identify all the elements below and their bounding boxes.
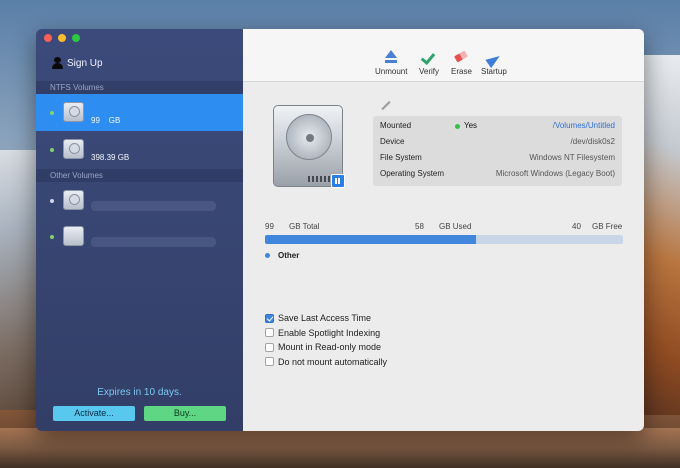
checkbox[interactable] [265,357,274,367]
total-label: GB Total [289,222,320,231]
app-window: Sign Up NTFS Volumes 99 GB 398.39 GB Oth… [36,29,644,431]
volume-size: 398.39 GB [91,153,130,162]
zoom-button[interactable] [72,34,80,42]
window-controls [44,34,80,42]
close-button[interactable] [44,34,52,42]
volume-item-3[interactable] [36,182,243,219]
total-number: 99 [265,222,274,231]
option-read-only[interactable]: Mount in Read-only mode [265,340,387,355]
usage-bar [265,235,623,244]
legend-label-other: Other [278,251,300,260]
info-row-filesystem: File System Windows NT Filesystem [373,150,622,166]
user-icon [52,57,63,69]
erase-label: Erase [451,67,472,76]
mount-path-link[interactable]: /Volumes/Untitled [553,118,615,134]
verify-button[interactable]: Verify [419,49,439,76]
mount-status-dot [50,198,54,203]
free-number: 40 [572,222,581,231]
info-key: Operating System [380,169,445,178]
checkbox[interactable] [265,313,274,323]
startup-button[interactable]: Startup [481,49,507,76]
info-value: Microsoft Windows (Legacy Boot) [495,169,615,178]
volume-size: 99 GB [91,116,121,125]
status-dot-icon [455,123,460,129]
option-label: Save Last Access Time [278,313,372,324]
checkmark-icon [421,49,437,65]
unmount-button[interactable]: Unmount [375,49,407,76]
info-key: Device [380,137,405,146]
trial-expiry-text: Expires in 10 days. [97,387,182,398]
pencil-icon[interactable] [381,101,391,111]
info-row-os: Operating System Microsoft Windows (Lega… [373,166,622,182]
volume-item-2[interactable]: 398.39 GB [36,131,243,168]
mount-status-dot [50,110,54,115]
usage-summary: 99 GB Total 58 GB Used 40 GB Free [265,222,623,232]
buy-button[interactable]: Buy... [144,406,226,421]
free-label: GB Free [592,222,623,231]
volume-info-table: Mounted Yes /Volumes/Untitled Device /de… [373,116,622,186]
mount-status-dot [50,234,54,239]
checkbox[interactable] [265,328,274,338]
verify-label: Verify [419,67,440,76]
volume-name-redacted [91,237,216,247]
windows-logo-icon [331,174,345,188]
section-header-other: Other Volumes [36,169,243,182]
info-row-device: Device /dev/disk0s2 [373,134,622,150]
sign-up-button[interactable]: Sign Up [52,57,103,69]
minimize-button[interactable] [58,34,66,42]
eraser-icon [453,49,469,65]
disk-icon [63,190,84,210]
mount-status-dot [50,147,54,152]
platter-graphic [286,114,332,160]
disk-icon [63,102,84,122]
option-label: Do not mount automatically [278,356,388,367]
volume-item-4[interactable] [36,218,243,255]
external-disk-icon [63,226,84,246]
option-spotlight-indexing[interactable]: Enable Spotlight Indexing [265,326,387,341]
info-key: File System [380,153,422,162]
sign-up-label: Sign Up [67,57,103,69]
erase-button[interactable]: Erase [451,49,472,76]
info-value: /dev/disk0s2 [570,137,615,146]
mount-options: Save Last Access Time Enable Spotlight I… [265,311,387,369]
volume-item-1[interactable]: 99 GB [36,94,243,131]
option-no-auto-mount[interactable]: Do not mount automatically [265,355,387,370]
usage-bar-fill [265,235,477,244]
usage-legend: Other [265,251,299,260]
used-number: 58 [415,222,424,231]
disk-icon [63,139,84,159]
option-label: Enable Spotlight Indexing [278,327,381,338]
desktop-background-bottom [0,428,680,468]
option-save-last-access[interactable]: Save Last Access Time [265,311,387,326]
mounted-value: Yes [464,121,478,130]
startup-label: Startup [481,67,507,76]
sidebar: Sign Up NTFS Volumes 99 GB 398.39 GB Oth… [36,29,243,431]
main-panel: Unmount Verify Erase Startup Mounted Yes… [243,29,644,431]
section-header-ntfs: NTFS Volumes [36,81,243,94]
info-row-mounted: Mounted Yes /Volumes/Untitled [373,118,622,134]
used-label: GB Used [439,222,472,231]
mount-status: Yes [455,118,477,134]
vent-graphic [308,176,332,182]
hard-drive-icon [273,105,345,188]
rocket-icon [486,49,502,65]
info-key: Mounted [380,121,412,130]
unmount-label: Unmount [375,67,408,76]
checkbox[interactable] [265,342,274,352]
activate-button[interactable]: Activate... [53,406,135,421]
option-label: Mount in Read-only mode [278,342,382,353]
toolbar: Unmount Verify Erase Startup [243,29,644,82]
eject-icon [383,49,399,65]
volume-name-redacted [91,201,216,211]
legend-dot-icon [265,253,270,258]
info-value: Windows NT Filesystem [529,153,615,162]
